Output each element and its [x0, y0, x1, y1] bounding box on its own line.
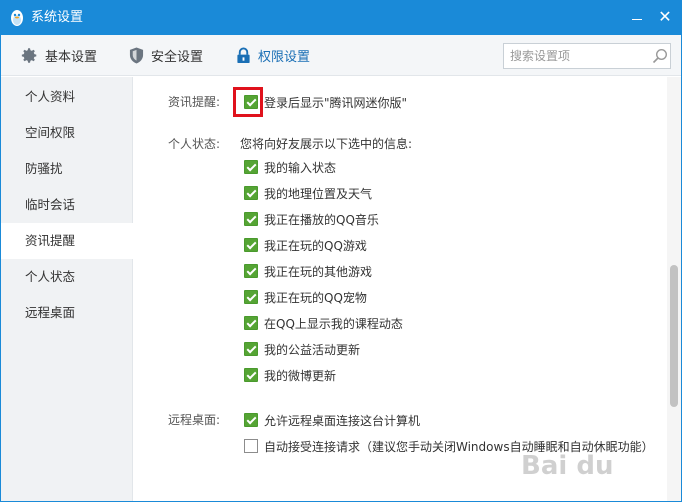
status-option-row[interactable]: 我的微博更新 [244, 366, 336, 384]
settings-content: 资讯提醒: 登录后显示"腾讯网迷你版" 个人状态: 您将向好友展示以下选中的信息… [134, 77, 681, 501]
sidebar-item-profile[interactable]: 个人资料 [1, 79, 133, 115]
scrollbar-thumb[interactable] [670, 265, 678, 407]
minimize-button[interactable] [625, 5, 649, 29]
search-input[interactable] [510, 47, 646, 65]
gear-icon [21, 47, 37, 63]
vertical-scrollbar[interactable] [667, 77, 681, 501]
status-option-row[interactable]: 我正在玩的QQ宠物 [244, 288, 367, 306]
close-icon: ✕ [658, 7, 672, 26]
option-label: 我的输入状态 [264, 160, 337, 175]
checkbox-checked[interactable] [244, 413, 258, 427]
sidebar-item-anti-harassment[interactable]: 防骚扰 [1, 151, 133, 187]
qq-penguin-icon [11, 10, 23, 26]
tab-security-settings[interactable]: 安全设置 [129, 35, 203, 75]
checkbox-checked[interactable] [244, 342, 258, 356]
checkbox-checked[interactable] [244, 238, 258, 252]
option-label: 我正在玩的其他游戏 [264, 264, 373, 279]
sidebar-item-personal-status[interactable]: 个人状态 [1, 259, 133, 295]
status-option-row[interactable]: 我的输入状态 [244, 158, 336, 176]
tab-label: 权限设置 [258, 49, 311, 65]
search-box[interactable] [503, 43, 671, 69]
remote-option-row[interactable]: 允许远程桌面连接这台计算机 [244, 411, 420, 429]
checkbox-checked[interactable] [244, 316, 258, 330]
shield-icon [129, 47, 144, 63]
checkbox-checked[interactable] [244, 290, 258, 304]
watermark: Bai du [521, 451, 614, 481]
status-section-label: 个人状态: [168, 137, 221, 151]
news-option-row[interactable]: 登录后显示"腾讯网迷你版" [244, 93, 407, 111]
option-label: 我的微博更新 [264, 368, 337, 383]
tab-basic-settings[interactable]: 基本设置 [21, 35, 97, 75]
status-option-row[interactable]: 我正在玩的QQ游戏 [244, 236, 367, 254]
settings-window: 系统设置 ✕ 基本设置 安全设置 权限设置 搜索设置项 个人资料 空间权限 防骚… [0, 0, 682, 502]
option-label: 允许远程桌面连接这台计算机 [264, 413, 421, 428]
minimize-icon [632, 18, 642, 20]
tab-label: 基本设置 [45, 49, 98, 65]
checkbox-checked[interactable] [244, 186, 258, 200]
title-bar[interactable]: 系统设置 ✕ [1, 1, 681, 35]
sidebar-item-space-permission[interactable]: 空间权限 [1, 115, 133, 151]
option-label: 我的地理位置及天气 [264, 186, 373, 201]
sidebar: 个人资料 空间权限 防骚扰 临时会话 资讯提醒 个人状态 远程桌面 [1, 77, 134, 501]
search-icon[interactable] [652, 48, 668, 64]
option-label: 在QQ上显示我的课程动态 [264, 316, 403, 331]
option-label: 我的公益活动更新 [264, 342, 361, 357]
status-option-row[interactable]: 我的公益活动更新 [244, 340, 360, 358]
lock-icon [237, 47, 250, 63]
sidebar-item-remote-desktop[interactable]: 远程桌面 [1, 295, 133, 331]
checkbox-checked[interactable] [244, 160, 258, 174]
checkbox-checked[interactable] [244, 368, 258, 382]
window-title: 系统设置 [31, 10, 84, 25]
status-option-row[interactable]: 我正在播放的QQ音乐 [244, 210, 379, 228]
checkbox-checked[interactable] [244, 212, 258, 226]
news-section-label: 资讯提醒: [168, 95, 221, 109]
sidebar-item-news-reminder[interactable]: 资讯提醒 [1, 223, 134, 259]
checkbox-checked[interactable] [244, 264, 258, 278]
close-button[interactable]: ✕ [653, 5, 677, 29]
tab-bar: 基本设置 安全设置 权限设置 [1, 35, 681, 76]
status-option-row[interactable]: 在QQ上显示我的课程动态 [244, 314, 403, 332]
highlight-box [233, 87, 263, 117]
status-option-row[interactable]: 我正在玩的其他游戏 [244, 262, 372, 280]
checkbox-unchecked[interactable] [244, 439, 258, 453]
option-label: 登录后显示"腾讯网迷你版" [264, 95, 408, 110]
status-intro: 您将向好友展示以下选中的信息: [240, 137, 413, 151]
tab-label: 安全设置 [151, 49, 204, 65]
tab-permission-settings[interactable]: 权限设置 [236, 35, 310, 75]
option-label: 我正在玩的QQ游戏 [264, 238, 367, 253]
status-option-row[interactable]: 我的地理位置及天气 [244, 184, 372, 202]
option-label: 我正在玩的QQ宠物 [264, 290, 367, 305]
remote-section-label: 远程桌面: [168, 413, 221, 427]
option-label: 我正在播放的QQ音乐 [264, 212, 379, 227]
sidebar-item-temp-session[interactable]: 临时会话 [1, 187, 133, 223]
